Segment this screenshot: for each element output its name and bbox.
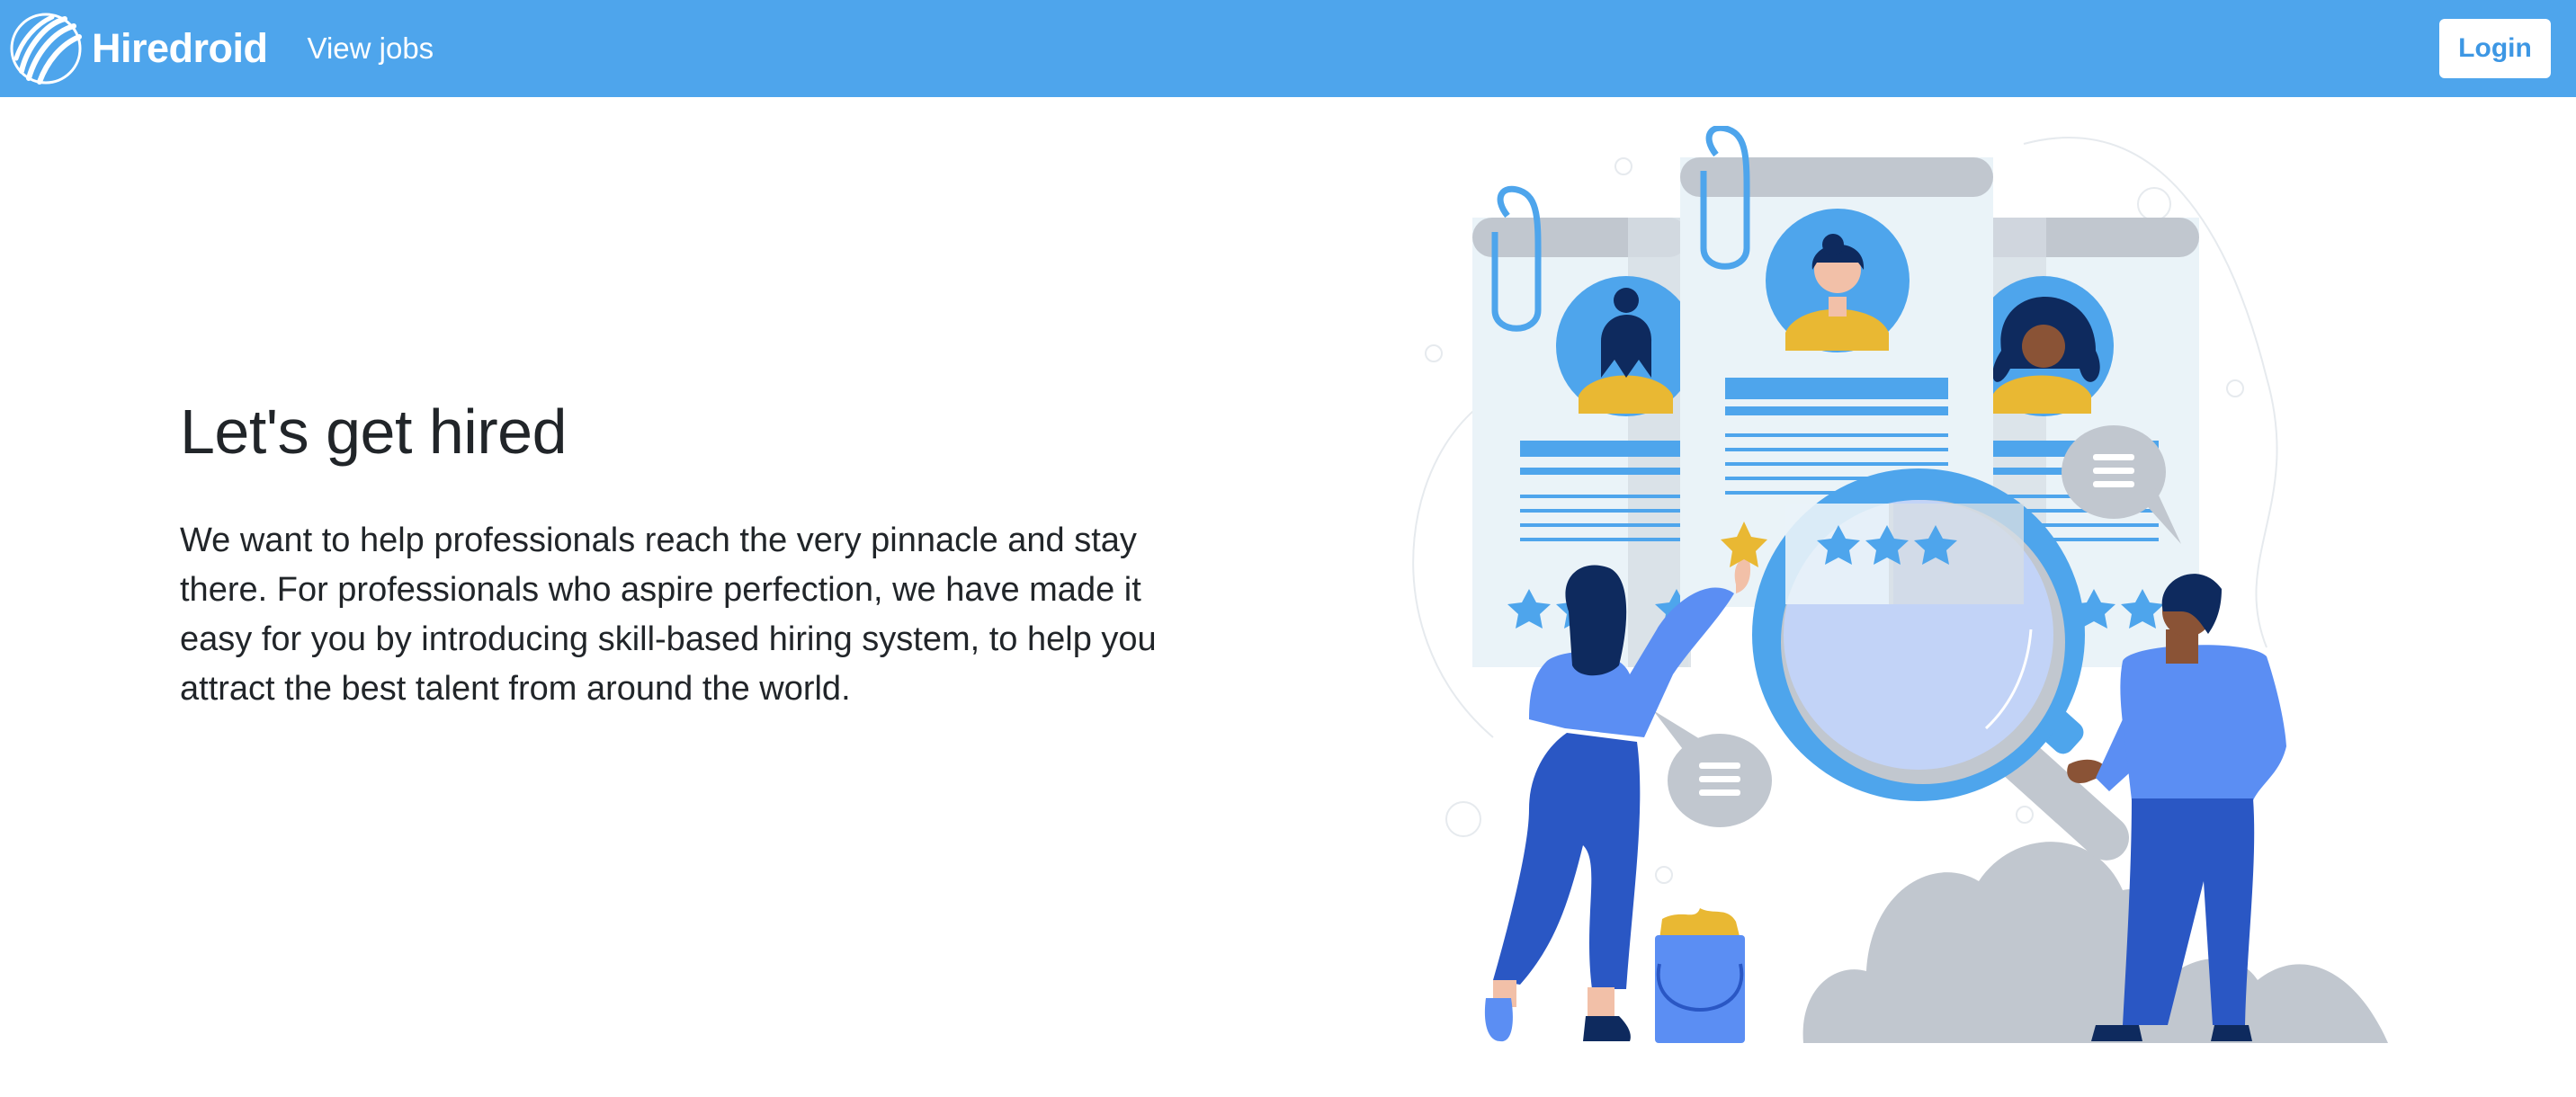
brand-name: Hiredroid — [92, 25, 268, 71]
chat-bubble-icon — [1653, 710, 1772, 827]
login-button[interactable]: Login — [2439, 19, 2551, 78]
hero-description: We want to help professionals reach the … — [180, 522, 1157, 708]
bucket-icon — [1655, 908, 1745, 1043]
navbar: Hiredroid View jobs Login — [0, 0, 2576, 97]
hero-title: Let's get hired — [180, 397, 568, 467]
brand-link[interactable]: Hiredroid — [9, 12, 268, 85]
hiredroid-logo-icon — [10, 13, 82, 85]
nav-link-view-jobs[interactable]: View jobs — [308, 31, 434, 66]
cloud-icon — [1802, 842, 2388, 1043]
hiring-illustration — [1412, 126, 2388, 1043]
